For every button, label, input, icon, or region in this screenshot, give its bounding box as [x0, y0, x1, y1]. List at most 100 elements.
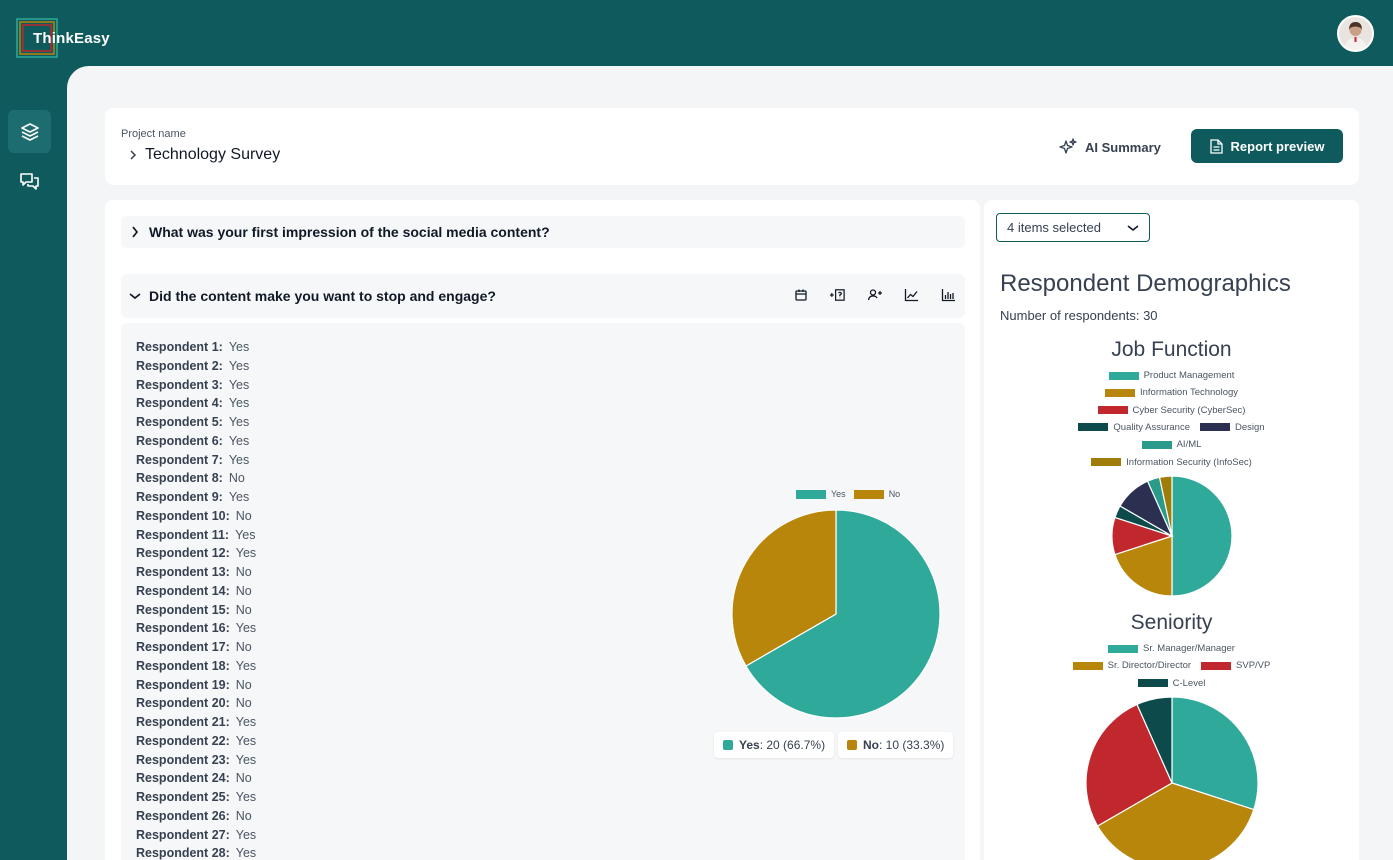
- project-label: Project name: [121, 128, 186, 140]
- legend-item[interactable]: Product Management: [1108, 370, 1234, 381]
- report-preview-button[interactable]: Report preview: [1191, 129, 1343, 163]
- ai-summary-button[interactable]: AI Summary: [1059, 136, 1161, 158]
- response-value: Yes: [235, 790, 257, 804]
- question-text: Did the content make you want to stop an…: [149, 288, 496, 304]
- legend-item[interactable]: Sr. Manager/Manager: [1108, 643, 1235, 654]
- response-value: Yes: [228, 340, 250, 354]
- question-text: What was your first impression of the so…: [149, 224, 550, 240]
- response-row: Respondent 11: Yes: [136, 528, 256, 547]
- calendar-icon[interactable]: [792, 286, 809, 303]
- summary-pill-yes: Yes: 20 (66.7%): [714, 732, 835, 758]
- legend-item[interactable]: No: [853, 489, 900, 500]
- response-row: Respondent 26: No: [136, 809, 256, 828]
- respondent-label: Respondent 15:: [136, 602, 230, 617]
- response-value: No: [235, 602, 252, 617]
- pie-slice-product-management[interactable]: [1171, 475, 1233, 597]
- response-value: Yes: [228, 396, 250, 411]
- project-breadcrumb[interactable]: Technology Survey: [129, 146, 280, 164]
- respondent-label: Respondent 6:: [136, 433, 223, 448]
- sidebar-item-projects[interactable]: [8, 110, 51, 153]
- legend-item[interactable]: Design: [1200, 422, 1265, 433]
- job-function-pie-chart: [1111, 475, 1233, 597]
- document-icon: [1209, 138, 1223, 154]
- legend-item[interactable]: Quality Assurance: [1078, 422, 1190, 433]
- response-list: Respondent 1: Yes Respondent 2: Yes Responde…: [136, 340, 256, 860]
- respondent-label: Respondent 8:: [136, 471, 223, 486]
- demographics-filter-select[interactable]: 4 items selected: [996, 213, 1150, 242]
- legend-item[interactable]: Yes: [796, 489, 846, 500]
- sidebar-item-chats[interactable]: [8, 160, 51, 203]
- legend-item[interactable]: SVP/VP: [1201, 660, 1270, 671]
- respondent-icon[interactable]: [866, 286, 883, 303]
- response-value: No: [235, 677, 252, 692]
- response-row: Respondent 25: Yes: [136, 790, 256, 809]
- user-avatar[interactable]: [1337, 15, 1374, 52]
- insert-question-icon[interactable]: [829, 286, 846, 303]
- respondent-label: Respondent 7:: [136, 452, 223, 467]
- response-row: Respondent 3: Yes: [136, 378, 256, 397]
- bar-chart-icon[interactable]: [940, 286, 957, 303]
- line-chart-icon[interactable]: [903, 286, 920, 303]
- response-row: Respondent 22: Yes: [136, 734, 256, 753]
- demographics-panel: 4 items selected Respondent Demographics…: [984, 200, 1359, 860]
- chevron-down-icon: [1127, 224, 1139, 231]
- chevron-down-icon: [123, 292, 147, 300]
- question-row-collapsed[interactable]: What was your first impression of the so…: [121, 216, 965, 248]
- chart-legend: Yes No: [796, 489, 900, 500]
- response-row: Respondent 12: Yes: [136, 546, 256, 565]
- seniority-title: Seniority: [1130, 611, 1213, 634]
- answers-pie-chart: [731, 509, 941, 719]
- response-row: Respondent 5: Yes: [136, 415, 256, 434]
- respondent-label: Respondent 18:: [136, 658, 230, 673]
- legend-item[interactable]: Information Security (InfoSec): [1091, 457, 1252, 468]
- response-row: Respondent 28: Yes: [136, 846, 256, 860]
- legend-row: Information Technology: [984, 387, 1359, 398]
- response-row: Respondent 6: Yes: [136, 434, 256, 453]
- legend-item[interactable]: Cyber Security (CyberSec): [1097, 405, 1245, 416]
- respondent-label: Respondent 26:: [136, 808, 230, 823]
- response-row: Respondent 20: No: [136, 696, 256, 715]
- response-value: Yes: [228, 377, 250, 392]
- respondent-label: Respondent 20:: [136, 696, 230, 711]
- sparkles-icon: [1059, 138, 1077, 154]
- response-row: Respondent 9: Yes: [136, 490, 256, 509]
- response-row: Respondent 18: Yes: [136, 659, 256, 678]
- question-toolbar: [792, 286, 957, 303]
- main-content: Project name Technology Survey AI Summar…: [67, 66, 1393, 860]
- response-value: Yes: [235, 546, 257, 561]
- respondent-label: Respondent 25:: [136, 790, 230, 804]
- respondent-label: Respondent 10:: [136, 508, 230, 523]
- legend-item[interactable]: C-Level: [1137, 678, 1205, 689]
- response-row: Respondent 15: No: [136, 603, 256, 622]
- response-value: Yes: [235, 715, 257, 729]
- legend-row: AI/ML: [984, 439, 1359, 450]
- response-row: Respondent 19: No: [136, 678, 256, 697]
- respondent-label: Respondent 28:: [136, 846, 230, 860]
- response-value: Yes: [228, 415, 250, 429]
- seniority-pie-chart: [1085, 696, 1259, 860]
- legend-row: Sr. Director/Director SVP/VP: [984, 660, 1359, 671]
- ai-summary-label: AI Summary: [1085, 139, 1161, 155]
- chat-bubbles-icon: [20, 173, 39, 190]
- respondent-count: Number of respondents: 30: [1000, 308, 1158, 323]
- response-row: Respondent 21: Yes: [136, 715, 256, 734]
- respondent-label: Respondent 1:: [136, 340, 223, 354]
- layers-icon: [20, 122, 39, 141]
- response-value: No: [235, 696, 252, 711]
- legend-row: Cyber Security (CyberSec): [984, 405, 1359, 416]
- legend-item[interactable]: AI/ML: [1141, 439, 1201, 450]
- respondent-label: Respondent 12:: [136, 546, 230, 561]
- demographics-title: Respondent Demographics: [1000, 270, 1291, 297]
- legend-row: C-Level: [984, 678, 1359, 689]
- response-row: Respondent 7: Yes: [136, 453, 256, 472]
- response-row: Respondent 16: Yes: [136, 621, 256, 640]
- response-row: Respondent 2: Yes: [136, 359, 256, 378]
- legend-item[interactable]: Information Technology: [1104, 387, 1238, 398]
- question-row-expanded[interactable]: Did the content make you want to stop an…: [121, 274, 965, 318]
- response-row: Respondent 4: Yes: [136, 396, 256, 415]
- respondent-label: Respondent 3:: [136, 377, 223, 392]
- legend-item[interactable]: Sr. Director/Director: [1072, 660, 1191, 671]
- response-value: Yes: [228, 490, 250, 504]
- respondent-label: Respondent 11:: [136, 527, 230, 542]
- response-value: Yes: [235, 846, 257, 860]
